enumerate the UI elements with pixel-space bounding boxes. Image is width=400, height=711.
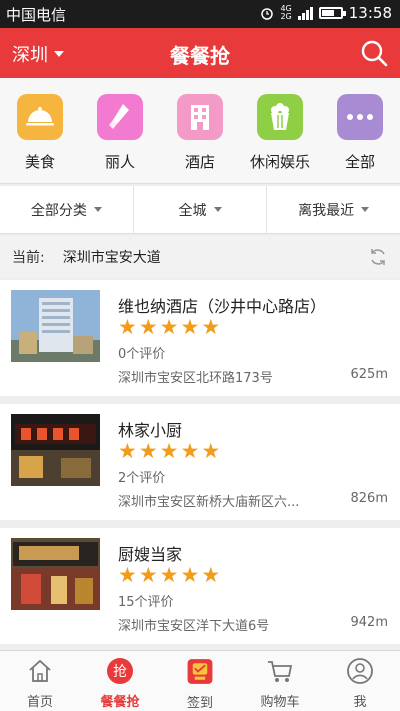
chevron-down-icon <box>361 207 370 212</box>
shop-distance: 942m <box>350 615 388 630</box>
category-hotel[interactable]: 酒店 <box>160 78 240 183</box>
location-prefix: 当前: <box>12 250 45 266</box>
home-icon <box>29 659 51 682</box>
page-title: 餐餐抢 <box>170 44 230 68</box>
list-item[interactable]: 维也纳酒店（沙井中心路店） ★ ★ ★ ★ ★ 0个评价 深圳市宝安区北环路173号 6… <box>0 280 400 396</box>
shop-name: 维也纳酒店（沙井中心路店） <box>118 297 327 316</box>
qiang-icon: 抢 <box>106 657 134 685</box>
tab-home[interactable]: 首页 <box>0 651 80 711</box>
shop-address: 深圳市宝安区新桥大庙新区六... <box>118 495 300 510</box>
filter-sort-dropdown[interactable]: 离我最近 <box>267 186 400 233</box>
list-item[interactable]: 林家小厨 ★ ★ ★ ★ ★ 2个评价 深圳市宝安区新桥大庙新区六... 826m <box>0 404 400 520</box>
star-icon: ★ <box>201 563 221 587</box>
star-rating: ★ ★ ★ ★ ★ <box>118 565 220 586</box>
shop-distance: 625m <box>350 367 388 382</box>
tab-cart[interactable]: 购物车 <box>240 651 320 711</box>
star-icon: ★ <box>138 439 158 463</box>
star-icon: ★ <box>159 563 179 587</box>
chevron-down-icon <box>93 207 102 212</box>
lipstick-icon <box>97 94 143 140</box>
status-bar: 中国电信 4G 2G 13:58 <box>0 0 400 28</box>
network-type: 4G 2G <box>280 4 292 21</box>
carrier-name: 中国电信 <box>6 6 67 24</box>
star-icon: ★ <box>159 315 179 339</box>
refresh-icon[interactable] <box>368 247 388 267</box>
review-count: 15个评价 <box>118 595 174 610</box>
shop-address: 深圳市宝安区洋下大道6号 <box>118 619 270 634</box>
tab-sign-in[interactable]: 签到 <box>160 651 240 711</box>
shop-name: 林家小厨 <box>118 421 183 440</box>
list-item[interactable]: 厨嫂当家 ★ ★ ★ ★ ★ 15个评价 深圳市宝安区洋下大道6号 942m <box>0 528 400 644</box>
star-icon: ★ <box>138 563 158 587</box>
filter-category-dropdown[interactable]: 全部分类 <box>0 186 134 233</box>
food-dish-icon <box>17 94 63 140</box>
star-icon: ★ <box>159 439 179 463</box>
tab-cancanqiang[interactable]: 抢 餐餐抢 <box>80 651 160 711</box>
category-entertainment[interactable]: 休闲娱乐 <box>240 78 320 183</box>
search-icon[interactable] <box>360 39 388 67</box>
category-beauty[interactable]: 丽人 <box>80 78 160 183</box>
category-grid: 美食 丽人 酒店 休闲娱乐 全部 <box>0 78 400 184</box>
profile-icon <box>347 658 373 684</box>
current-location-bar: 当前: 深圳市宝安大道 <box>0 236 400 278</box>
star-rating: ★ ★ ★ ★ ★ <box>118 441 220 462</box>
star-icon: ★ <box>180 563 200 587</box>
more-dots-icon <box>337 94 383 140</box>
shop-address: 深圳市宝安区北环路173号 <box>118 371 273 386</box>
hotel-building-icon <box>177 94 223 140</box>
battery-icon <box>318 7 346 19</box>
popcorn-icon <box>257 94 303 140</box>
alarm-icon <box>261 8 274 20</box>
app-header: 深圳 餐餐抢 <box>0 28 400 78</box>
cart-icon <box>268 661 293 682</box>
filter-bar: 全部分类 全城 离我最近 <box>0 186 400 234</box>
star-icon: ★ <box>180 315 200 339</box>
filter-area-dropdown[interactable]: 全城 <box>134 186 268 233</box>
shop-photo <box>11 290 100 362</box>
shop-photo <box>11 538 100 610</box>
tab-profile[interactable]: 我 <box>320 651 400 711</box>
chevron-down-icon <box>213 207 222 212</box>
bottom-nav: 首页 抢 餐餐抢 签到 购物车 我 <box>0 650 400 711</box>
shop-photo <box>11 414 100 486</box>
clock: 13:58 <box>348 4 392 22</box>
status-icons: 4G 2G 13:58 <box>260 4 392 22</box>
star-icon: ★ <box>201 315 221 339</box>
star-rating: ★ ★ ★ ★ ★ <box>118 317 220 338</box>
category-food[interactable]: 美食 <box>0 78 80 183</box>
signal-icon <box>297 6 313 20</box>
star-icon: ★ <box>180 439 200 463</box>
star-icon: ★ <box>138 315 158 339</box>
qiang-badge-text: 抢 <box>113 663 127 680</box>
shop-name: 厨嫂当家 <box>118 545 183 564</box>
category-all[interactable]: 全部 <box>320 78 400 183</box>
star-icon: ★ <box>201 439 221 463</box>
current-address: 深圳市宝安大道 <box>62 250 161 266</box>
review-count: 2个评价 <box>118 471 166 486</box>
review-count: 0个评价 <box>118 347 166 362</box>
star-icon: ★ <box>118 315 137 339</box>
shop-distance: 826m <box>350 491 388 506</box>
shop-list: 维也纳酒店（沙井中心路店） ★ ★ ★ ★ ★ 0个评价 深圳市宝安区北环路173号 6… <box>0 280 400 652</box>
star-icon: ★ <box>118 439 137 463</box>
star-icon: ★ <box>118 563 137 587</box>
sign-in-icon <box>187 659 213 684</box>
